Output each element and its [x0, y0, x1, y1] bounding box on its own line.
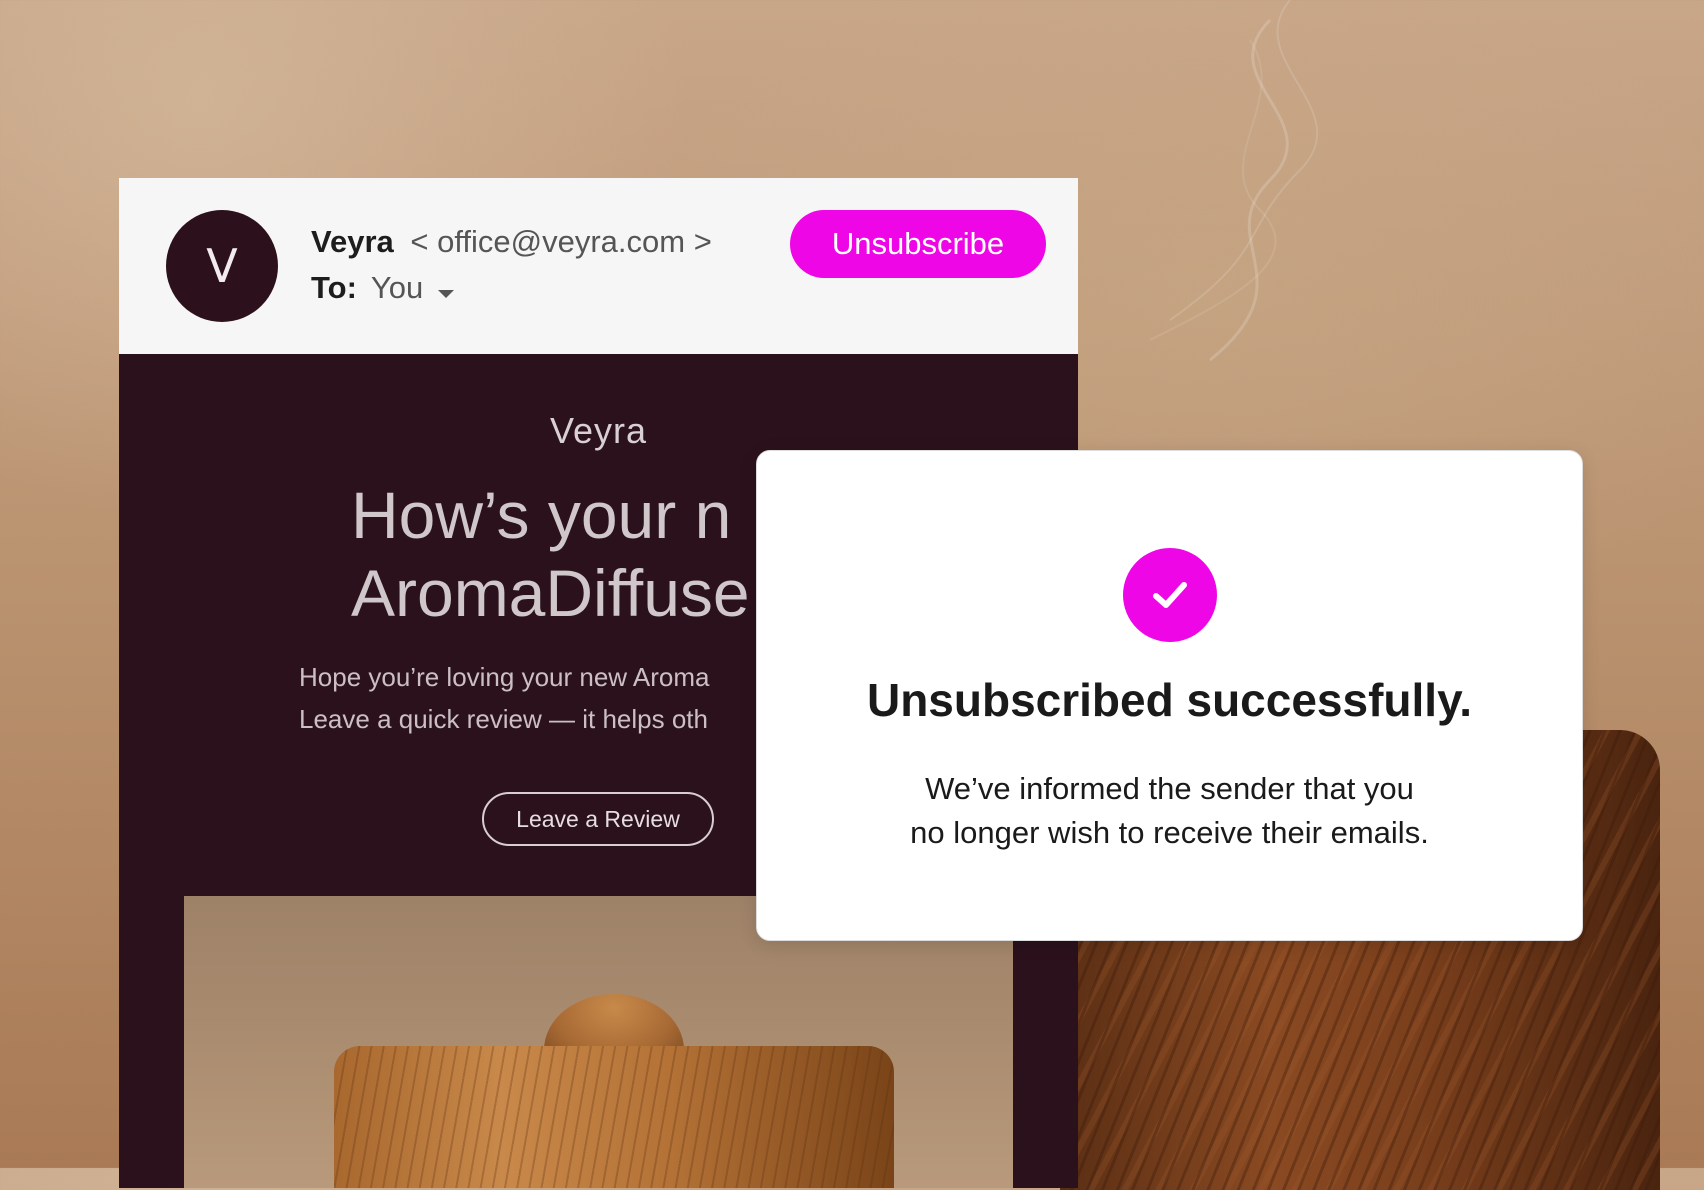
from-line: Veyra < office@veyra.com >	[311, 224, 712, 260]
leave-review-button[interactable]: Leave a Review	[482, 792, 714, 846]
diffuser-body-shape	[334, 1046, 894, 1188]
avatar-letter: V	[206, 239, 238, 293]
sender-address: < office@veyra.com >	[410, 224, 712, 259]
check-icon	[1123, 548, 1217, 642]
recipient-dropdown[interactable]: You	[371, 270, 454, 306]
unsubscribe-success-dialog: Unsubscribed successfully. We’ve informe…	[756, 450, 1583, 941]
smoke-decoration	[1150, 0, 1319, 362]
sender-avatar: V	[166, 210, 278, 322]
to-label: To:	[311, 270, 357, 305]
recipient-value: You	[370, 270, 424, 305]
dialog-title: Unsubscribed successfully.	[866, 674, 1473, 726]
sender-name: Veyra	[311, 224, 394, 259]
chevron-down-icon	[437, 290, 454, 298]
checkmark-glyph	[1153, 582, 1187, 608]
dialog-message-line-2: no longer wish to receive their emails.	[910, 815, 1429, 850]
unsubscribe-button[interactable]: Unsubscribe	[790, 210, 1046, 278]
dialog-message: We’ve informed the sender that you no lo…	[757, 767, 1582, 855]
to-line: To: You	[311, 270, 454, 306]
brand-name: Veyra	[549, 410, 648, 451]
dialog-message-line-1: We’ve informed the sender that you	[925, 771, 1414, 806]
email-header: V Veyra < office@veyra.com > To: You Uns…	[119, 178, 1078, 354]
